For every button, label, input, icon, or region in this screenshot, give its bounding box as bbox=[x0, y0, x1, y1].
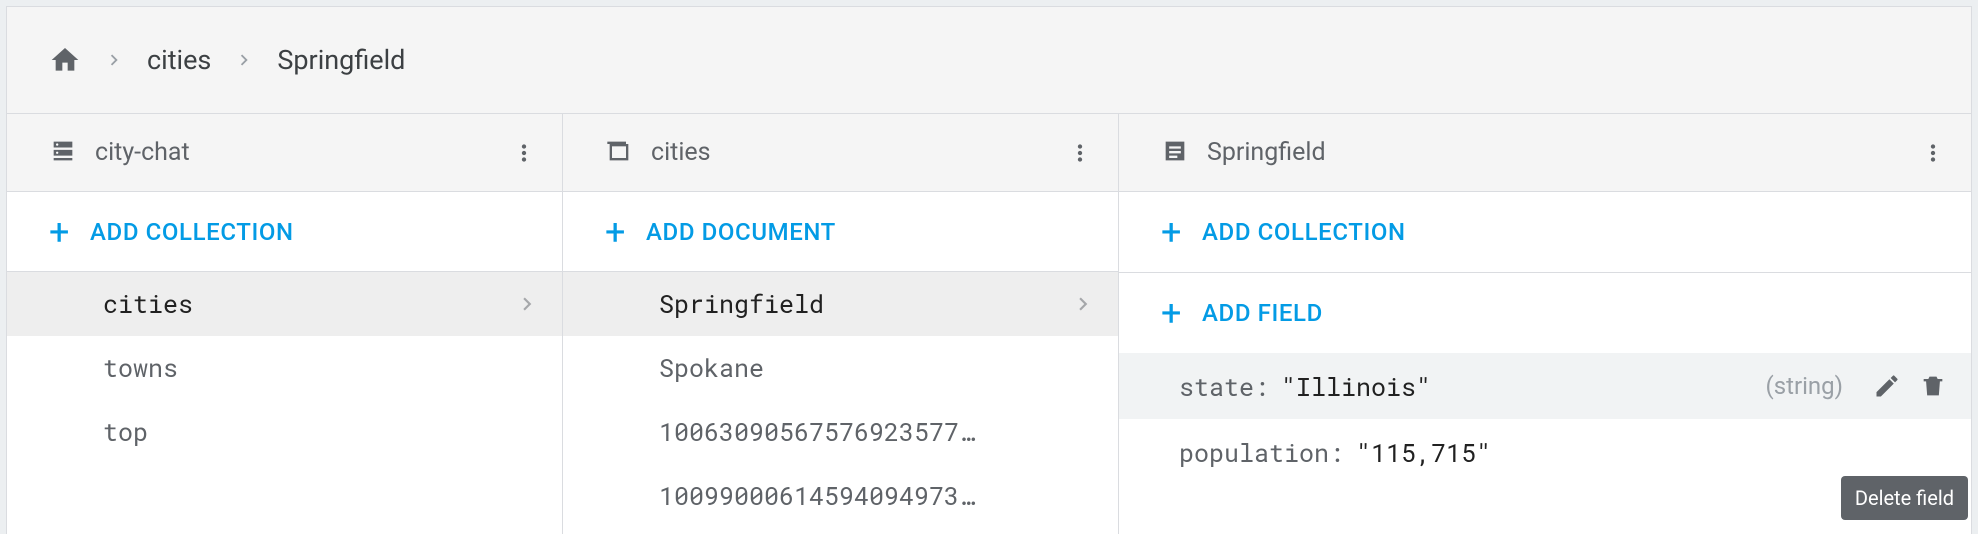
chevron-right-icon bbox=[1070, 291, 1096, 317]
plus-icon: + bbox=[49, 214, 70, 250]
collection-icon bbox=[605, 137, 633, 169]
database-icon bbox=[49, 137, 77, 169]
chevron-right-icon bbox=[103, 49, 125, 71]
add-collection-label: ADD COLLECTION bbox=[90, 218, 294, 246]
pane-document: Springfield + ADD COLLECTION + ADD FIELD… bbox=[1119, 114, 1971, 534]
more-vert-icon bbox=[1920, 140, 1946, 166]
collection-item-top[interactable]: top bbox=[7, 400, 562, 464]
document-item-label: Spokane bbox=[659, 351, 1096, 384]
pane-root-menu-button[interactable] bbox=[500, 129, 548, 177]
field-row-state[interactable]: state: "Illinois" (string) bbox=[1119, 353, 1971, 419]
pencil-icon bbox=[1873, 372, 1901, 400]
collection-item-towns[interactable]: towns bbox=[7, 336, 562, 400]
pane-document-title: Springfield bbox=[1207, 138, 1891, 167]
field-key: population bbox=[1179, 436, 1329, 469]
delete-field-button[interactable] bbox=[1913, 366, 1953, 406]
chevron-right-icon bbox=[514, 291, 540, 317]
pane-collection-menu-button[interactable] bbox=[1056, 129, 1104, 177]
collection-item-label: cities bbox=[103, 287, 514, 320]
pane-root: city-chat + ADD COLLECTION cities towns … bbox=[7, 114, 563, 534]
add-subcollection-button[interactable]: + ADD COLLECTION bbox=[1119, 192, 1971, 272]
collection-item-cities[interactable]: cities bbox=[7, 272, 562, 336]
add-document-button[interactable]: + ADD DOCUMENT bbox=[563, 192, 1118, 272]
document-item-label: 10099000614594094973… bbox=[659, 479, 1096, 512]
tooltip-delete-field: Delete field bbox=[1841, 476, 1968, 520]
trash-icon bbox=[1919, 372, 1947, 400]
document-item-label: Springfield bbox=[659, 287, 1070, 320]
document-item-label: 10063090567576923577… bbox=[659, 415, 1096, 448]
collection-item-label: top bbox=[103, 415, 540, 448]
add-field-label: ADD FIELD bbox=[1202, 299, 1323, 327]
pane-collection-title: cities bbox=[651, 138, 1038, 167]
field-value: "Illinois" bbox=[1281, 370, 1431, 403]
collection-item-label: towns bbox=[103, 351, 540, 384]
document-item-springfield[interactable]: Springfield bbox=[563, 272, 1118, 336]
add-document-label: ADD DOCUMENT bbox=[646, 218, 836, 246]
pane-root-title: city-chat bbox=[95, 138, 482, 167]
edit-field-button[interactable] bbox=[1867, 366, 1907, 406]
breadcrumb-current: Springfield bbox=[277, 44, 405, 76]
field-type: (string) bbox=[1765, 372, 1843, 400]
document-icon bbox=[1161, 137, 1189, 169]
field-key: state bbox=[1179, 370, 1254, 403]
pane-document-menu-button[interactable] bbox=[1909, 129, 1957, 177]
add-collection-button[interactable]: + ADD COLLECTION bbox=[7, 192, 562, 272]
pane-collection: cities + ADD DOCUMENT Springfield Spokan… bbox=[563, 114, 1119, 534]
add-field-button[interactable]: + ADD FIELD bbox=[1119, 273, 1971, 353]
document-item-spokane[interactable]: Spokane bbox=[563, 336, 1118, 400]
chevron-right-icon bbox=[233, 49, 255, 71]
breadcrumb-link-cities[interactable]: cities bbox=[147, 44, 211, 76]
more-vert-icon bbox=[1067, 140, 1093, 166]
document-item[interactable]: 10099000614594094973… bbox=[563, 464, 1118, 528]
field-value: "115,715" bbox=[1356, 436, 1491, 469]
add-subcollection-label: ADD COLLECTION bbox=[1202, 218, 1406, 246]
breadcrumb: cities Springfield bbox=[7, 7, 1971, 113]
more-vert-icon bbox=[511, 140, 537, 166]
plus-icon: + bbox=[1161, 295, 1182, 331]
plus-icon: + bbox=[1161, 214, 1182, 250]
document-item[interactable]: 10063090567576923577… bbox=[563, 400, 1118, 464]
plus-icon: + bbox=[605, 214, 626, 250]
home-icon[interactable] bbox=[49, 44, 81, 76]
